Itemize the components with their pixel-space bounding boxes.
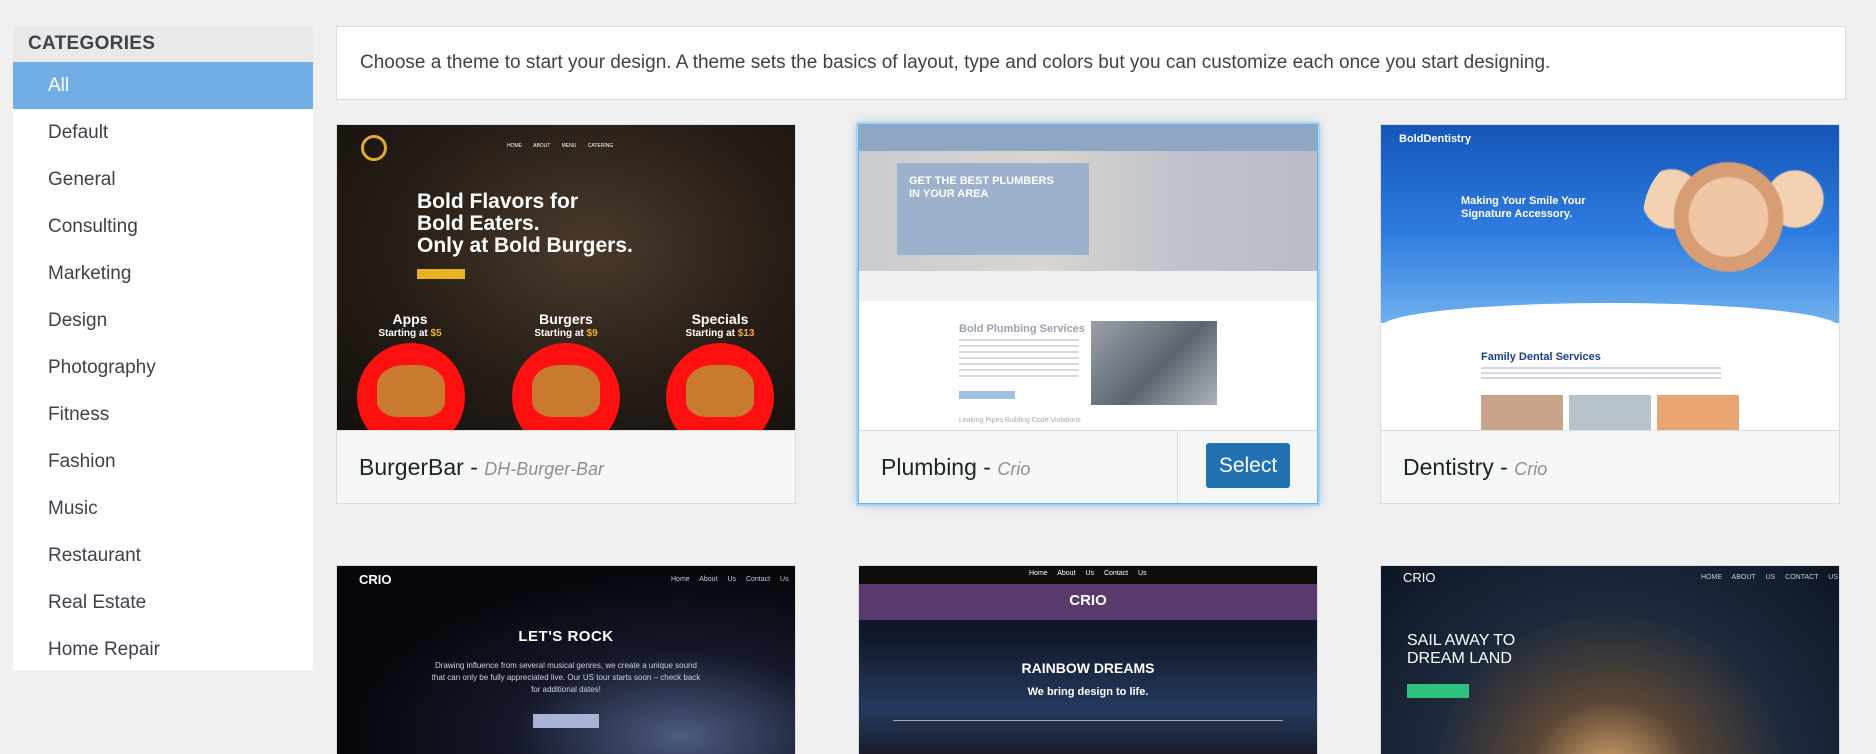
hero-line: GET THE BEST PLUMBERS	[909, 175, 1054, 187]
preview-order-button	[417, 269, 465, 279]
preview-logo: CRIO	[1069, 592, 1107, 609]
theme-author: Crio	[997, 459, 1031, 479]
theme-card-plumbing[interactable]: GET THE BEST PLUMBERS IN YOUR AREA Bold …	[858, 124, 1318, 504]
preview-button	[959, 391, 1015, 399]
preview-photo	[1657, 395, 1739, 430]
preview-wave	[1381, 303, 1839, 343]
category-marketing[interactable]: Marketing	[13, 250, 313, 297]
preview-food-image	[357, 343, 465, 430]
hero-line: Only at Bold Burgers.	[417, 234, 633, 257]
preview-col-sub: Starting at $9	[534, 328, 598, 339]
category-all[interactable]: All	[13, 62, 313, 109]
preview-photo	[1569, 395, 1651, 430]
theme-name: BurgerBar	[359, 454, 464, 480]
theme-card-rock[interactable]: CRIO Home About Us Contact Us LET'S ROCK…	[336, 565, 796, 754]
category-home-repair[interactable]: Home Repair	[13, 626, 313, 673]
preview-subtitle: We bring design to life.	[1027, 686, 1149, 698]
category-sidebar: CATEGORIES All Default General Consultin…	[13, 26, 313, 670]
preview-col-sub: Starting at $5	[378, 328, 442, 339]
theme-preview-rock[interactable]: CRIO Home About Us Contact Us LET'S ROCK…	[337, 566, 795, 754]
preview-text-lines	[959, 339, 1079, 379]
theme-card-rainbow[interactable]: Home About Us Contact Us CRIO RAINBOW DR…	[858, 565, 1318, 754]
theme-preview-dentistry[interactable]: BoldDentistry Making Your Smile Your Sig…	[1381, 125, 1839, 430]
preview-photo	[1481, 395, 1563, 430]
preview-col-sub: Starting at $13	[685, 328, 755, 339]
hero-line: IN YOUR AREA	[909, 188, 989, 200]
categories-heading: CATEGORIES	[13, 26, 313, 62]
preview-section-title: Family Dental Services	[1481, 351, 1601, 363]
category-list: All Default General Consulting Marketing…	[13, 62, 313, 673]
category-restaurant[interactable]: Restaurant	[13, 532, 313, 579]
theme-separator: -	[463, 454, 485, 480]
preview-nav: Home About Us Contact Us	[1029, 570, 1147, 577]
theme-card-burgerbar[interactable]: HOME ABOUT MENU CATERING Bold Flavors fo…	[336, 124, 796, 504]
preview-col-title: Burgers	[539, 311, 593, 327]
preview-col-title: Apps	[392, 311, 428, 327]
theme-name: Plumbing	[881, 454, 977, 480]
preview-logo: BoldDentistry	[1399, 133, 1472, 145]
preview-col-title: Specials	[691, 311, 749, 327]
theme-footer: BurgerBar - DH-Burger-Bar	[337, 430, 795, 503]
preview-food-image	[666, 343, 774, 430]
preview-icon-row	[893, 720, 1283, 750]
select-theme-button[interactable]: Select	[1206, 443, 1290, 488]
category-consulting[interactable]: Consulting	[13, 203, 313, 250]
preview-button	[1407, 684, 1469, 698]
theme-preview-plumbing[interactable]: GET THE BEST PLUMBERS IN YOUR AREA Bold …	[859, 125, 1317, 430]
category-fitness[interactable]: Fitness	[13, 391, 313, 438]
theme-description: Choose a theme to start your design. A t…	[336, 26, 1846, 100]
category-photography[interactable]: Photography	[13, 344, 313, 391]
category-design[interactable]: Design	[13, 297, 313, 344]
theme-author: DH-Burger-Bar	[484, 459, 604, 479]
theme-separator: -	[976, 454, 998, 480]
hero-line: DREAM LAND	[1407, 650, 1512, 667]
preview-hero: LET'S ROCK	[518, 628, 614, 645]
preview-body: Drawing influence from several musical g…	[431, 661, 701, 694]
preview-logo: CRIO	[1403, 570, 1436, 585]
preview-badges	[859, 271, 1317, 301]
preview-nav: HOME ABOUT MENU CATERING	[507, 143, 614, 149]
theme-footer: Dentistry - Crio	[1381, 430, 1839, 503]
preview-footer: Leaking Pipes Building Code Violations	[959, 417, 1081, 424]
category-default[interactable]: Default	[13, 109, 313, 156]
hero-line: Bold Eaters.	[417, 212, 540, 235]
preview-logo: CRIO	[359, 572, 392, 587]
burger-logo-icon	[361, 135, 387, 161]
theme-footer: Plumbing - Crio Select	[859, 430, 1317, 503]
hero-line: Signature Accessory.	[1461, 208, 1573, 220]
theme-preview-rainbow[interactable]: Home About Us Contact Us CRIO RAINBOW DR…	[859, 566, 1317, 754]
hero-line: Bold Flavors for	[417, 190, 579, 213]
preview-hero: Bold Flavors for Bold Eaters. Only at Bo…	[417, 191, 633, 257]
preview-section-image	[1091, 321, 1217, 405]
preview-nav: Home About Us Contact Us	[671, 576, 789, 583]
preview-section-title: Bold Plumbing Services	[959, 323, 1085, 335]
theme-card-sail[interactable]: CRIO HOME ABOUT US CONTACT US SAIL AWAY …	[1380, 565, 1840, 754]
hero-line: SAIL AWAY TO	[1407, 632, 1516, 649]
category-music[interactable]: Music	[13, 485, 313, 532]
theme-separator: -	[1493, 454, 1515, 480]
theme-card-dentistry[interactable]: BoldDentistry Making Your Smile Your Sig…	[1380, 124, 1840, 504]
theme-preview-sail[interactable]: CRIO HOME ABOUT US CONTACT US SAIL AWAY …	[1381, 566, 1839, 754]
theme-preview-burgerbar[interactable]: HOME ABOUT MENU CATERING Bold Flavors fo…	[337, 125, 795, 430]
preview-hero: RAINBOW DREAMS	[1021, 660, 1155, 676]
preview-hero: SAIL AWAY TO DREAM LAND	[1407, 632, 1515, 668]
theme-name: Dentistry	[1403, 454, 1494, 480]
preview-hero: GET THE BEST PLUMBERS IN YOUR AREA	[909, 175, 1054, 201]
preview-nav: HOME ABOUT US CONTACT US	[1701, 574, 1839, 581]
category-fashion[interactable]: Fashion	[13, 438, 313, 485]
preview-food-image	[512, 343, 620, 430]
preview-text-lines	[1481, 367, 1721, 381]
select-area: Select	[1177, 431, 1317, 503]
preview-family-photo	[1643, 145, 1833, 325]
category-real-estate[interactable]: Real Estate	[13, 579, 313, 626]
hero-line: Making Your Smile Your	[1461, 195, 1586, 207]
theme-author: Crio	[1514, 459, 1548, 479]
preview-hero: Making Your Smile Your Signature Accesso…	[1461, 195, 1586, 221]
preview-button	[533, 714, 599, 728]
category-general[interactable]: General	[13, 156, 313, 203]
preview-header	[859, 125, 1317, 151]
